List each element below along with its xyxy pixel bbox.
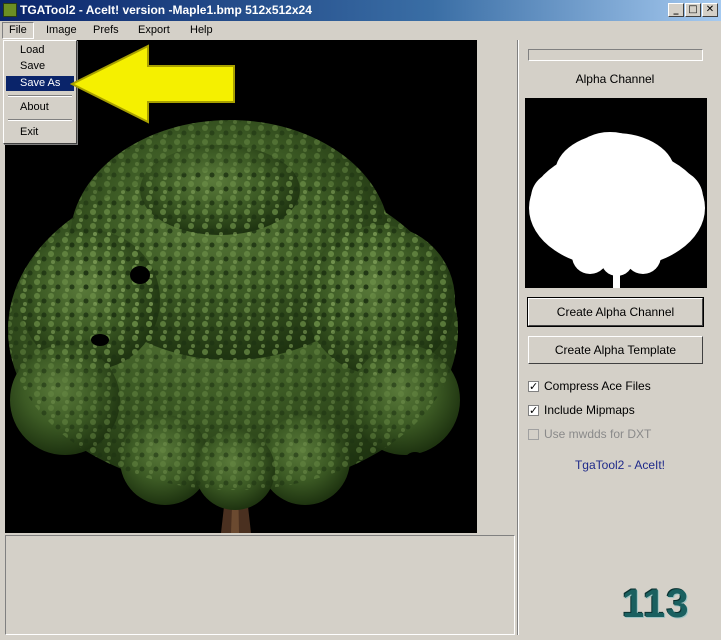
alpha-channel-label: Alpha Channel [575, 72, 655, 86]
menu-file[interactable]: File [2, 22, 34, 39]
menu-help[interactable]: Help [184, 23, 219, 38]
page-number: 113 [622, 582, 690, 626]
menu-item-save-as[interactable]: Save As [6, 76, 74, 91]
menu-item-load[interactable]: Load [6, 43, 74, 58]
checkbox-label: Include Mipmaps [544, 403, 635, 417]
menu-prefs[interactable]: Prefs [87, 23, 125, 38]
menu-item-save[interactable]: Save [6, 59, 74, 74]
menu-export[interactable]: Export [132, 23, 176, 38]
maximize-button[interactable]: □ [685, 3, 701, 17]
menu-bar: File Image Prefs Export Help [0, 21, 721, 40]
menu-image[interactable]: Image [40, 23, 83, 38]
compress-ace-checkbox[interactable]: Compress Ace Files [528, 378, 651, 395]
close-button[interactable]: ✕ [702, 3, 718, 17]
checkbox-label: Compress Ace Files [544, 379, 651, 393]
alpha-silhouette [529, 132, 705, 288]
menu-separator [8, 119, 72, 121]
panel-divider [517, 40, 519, 635]
alpha-channel-preview [525, 98, 707, 288]
create-alpha-channel-button[interactable]: Create Alpha Channel [527, 297, 704, 327]
checkbox-label: Use mwdds for DXT [544, 427, 652, 441]
menu-item-exit[interactable]: Exit [6, 125, 74, 140]
brand-label: TgaTool2 - AceIt! [574, 458, 666, 472]
window-title: TGATool2 - AceIt! version -Maple1.bmp 51… [20, 3, 312, 17]
checkbox-box[interactable] [528, 403, 539, 419]
menu-separator [8, 95, 72, 97]
checkbox-box[interactable] [528, 429, 539, 440]
yellow-arrow-icon [70, 44, 235, 124]
app-icon[interactable] [3, 3, 17, 17]
file-menu-dropdown: Load Save Save As About Exit [3, 40, 77, 144]
checkbox-box[interactable] [528, 379, 539, 395]
create-alpha-template-button[interactable]: Create Alpha Template [528, 336, 703, 364]
status-area [5, 535, 515, 635]
use-mwdds-checkbox[interactable]: Use mwdds for DXT [528, 426, 651, 442]
title-bar: TGATool2 - AceIt! version -Maple1.bmp 51… [0, 0, 721, 21]
minimize-button[interactable]: _ [668, 3, 684, 17]
progress-bar [528, 49, 703, 61]
menu-item-about[interactable]: About [6, 100, 74, 115]
include-mipmaps-checkbox[interactable]: Include Mipmaps [528, 402, 635, 419]
